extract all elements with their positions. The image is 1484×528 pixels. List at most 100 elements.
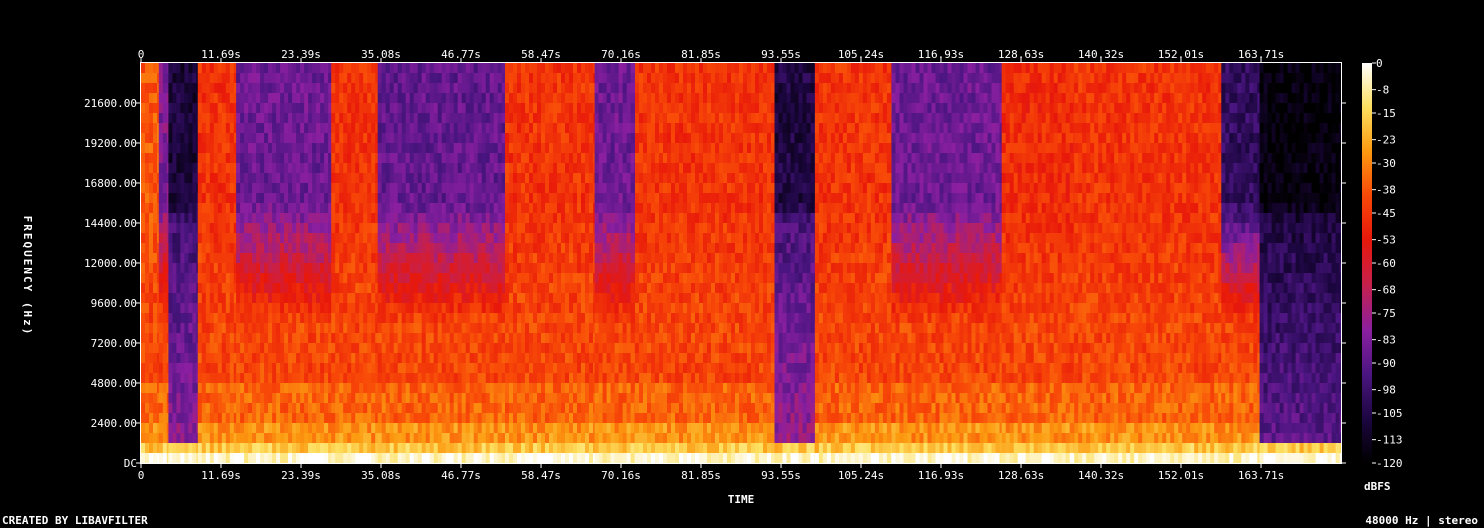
spectrogram-cell (585, 133, 590, 144)
spectrogram-cell (188, 343, 193, 354)
spectrogram-cell (205, 323, 211, 334)
spectrogram-cell (141, 73, 146, 84)
spectrogram-cell (221, 213, 227, 224)
spectrogram-cell (324, 203, 329, 214)
spectrogram-cell (176, 333, 181, 344)
spectrogram-cell (367, 333, 372, 344)
spectrogram-cell (393, 183, 399, 194)
spectrogram-cell (339, 303, 344, 314)
spectrogram-cell (533, 443, 538, 454)
spectrogram-cell (437, 413, 443, 424)
spectrogram-cell (233, 113, 237, 124)
spectrogram-cell (481, 163, 487, 174)
spectrogram-cell (209, 113, 215, 124)
spectrogram-cell (172, 203, 177, 214)
spectrogram-cell (505, 333, 510, 344)
spectrogram-cell (537, 343, 542, 354)
spectrogram-cell (594, 383, 599, 394)
spectrogram-cell (351, 373, 356, 384)
spectrogram-cell (375, 123, 379, 134)
spectrogram-cell (312, 73, 317, 84)
spectrogram-cell (509, 73, 514, 84)
spectrogram-cell (529, 273, 534, 284)
spectrogram-cell (197, 283, 203, 294)
spectrogram-cell (565, 333, 570, 344)
spectrogram-cell (437, 283, 443, 294)
spectrogram-cell (441, 353, 447, 364)
spectrogram-cell (413, 323, 419, 334)
spectrogram-cell (517, 263, 522, 274)
spectrogram-cell (371, 163, 376, 174)
spectrogram-cell (180, 363, 185, 374)
spectrogram-cell (589, 313, 594, 324)
spectrogram-cell (513, 253, 518, 264)
spectrogram-cell (153, 303, 158, 314)
spectrogram-cell (335, 283, 340, 294)
spectrogram-cell (276, 153, 281, 164)
spectrogram-cell (497, 233, 503, 244)
spectrogram-cell (304, 233, 309, 244)
spectrogram-cell (497, 93, 503, 104)
spectrogram-cell (561, 303, 566, 314)
spectrogram-cell (618, 83, 623, 94)
spectrogram-cell (525, 323, 530, 334)
spectrogram-cell (481, 303, 487, 314)
spectrogram-cell (359, 133, 364, 144)
spectrogram-cell (505, 423, 510, 434)
spectrogram-cell (598, 83, 603, 94)
spectrogram-cell (339, 153, 344, 164)
spectrogram-cell (248, 423, 253, 434)
spectrogram-cell (300, 383, 305, 394)
spectrogram-cell (280, 163, 285, 174)
spectrogram-cell (477, 163, 483, 174)
spectrogram-cell (304, 403, 309, 414)
spectrogram-cell (489, 423, 495, 434)
spectrogram-cell (304, 443, 309, 454)
spectrogram-cell (236, 103, 241, 114)
spectrogram-cell (513, 173, 518, 184)
spectrogram-cell (577, 253, 582, 264)
spectrogram-cell (264, 143, 269, 154)
spectrogram-cell (453, 373, 459, 384)
spectrogram-cell (292, 63, 297, 74)
spectrogram-cell (264, 263, 269, 274)
spectrogram-cell (347, 343, 352, 354)
spectrogram-cell (244, 253, 249, 264)
spectrogram-cell (359, 163, 364, 174)
spectrogram-cell (284, 103, 289, 114)
spectrogram-cell (284, 293, 289, 304)
spectrogram-cell (393, 333, 399, 344)
spectrogram-cell (158, 413, 164, 424)
spectrogram-cell (284, 373, 289, 384)
spectrogram-cell (292, 133, 297, 144)
spectrogram-cell (343, 263, 348, 274)
spectrogram-cell (162, 63, 168, 74)
spectrogram-cell (153, 283, 158, 294)
spectrogram-cell (192, 303, 197, 314)
spectrogram-cell (453, 283, 459, 294)
spectrogram-cell (205, 123, 211, 134)
spectrogram-cell (240, 233, 245, 244)
spectrogram-cell (457, 283, 463, 294)
spectrogram-cell (561, 353, 566, 364)
spectrogram-cell (145, 93, 150, 104)
spectrogram-cell (525, 313, 530, 324)
spectrogram-cell (461, 293, 467, 304)
spectrogram-cell (288, 173, 293, 184)
spectrogram-cell (236, 183, 241, 194)
spectrogram-cell (465, 63, 471, 74)
spectrogram-cell (229, 253, 235, 264)
spectrogram-cell (288, 103, 293, 114)
spectrogram-cell (549, 313, 554, 324)
spectrogram-cell (622, 293, 627, 304)
spectrogram-cell (268, 63, 273, 74)
spectrogram-cell (141, 433, 146, 444)
spectrogram-cell (517, 73, 522, 84)
spectrogram-cell (158, 343, 164, 354)
spectrogram-cell (168, 233, 173, 244)
spectrogram-cell (397, 263, 403, 274)
spectrogram-cell (288, 363, 293, 374)
spectrogram-cell (272, 383, 277, 394)
spectrogram-cell (489, 173, 495, 184)
spectrogram-cell (473, 423, 479, 434)
